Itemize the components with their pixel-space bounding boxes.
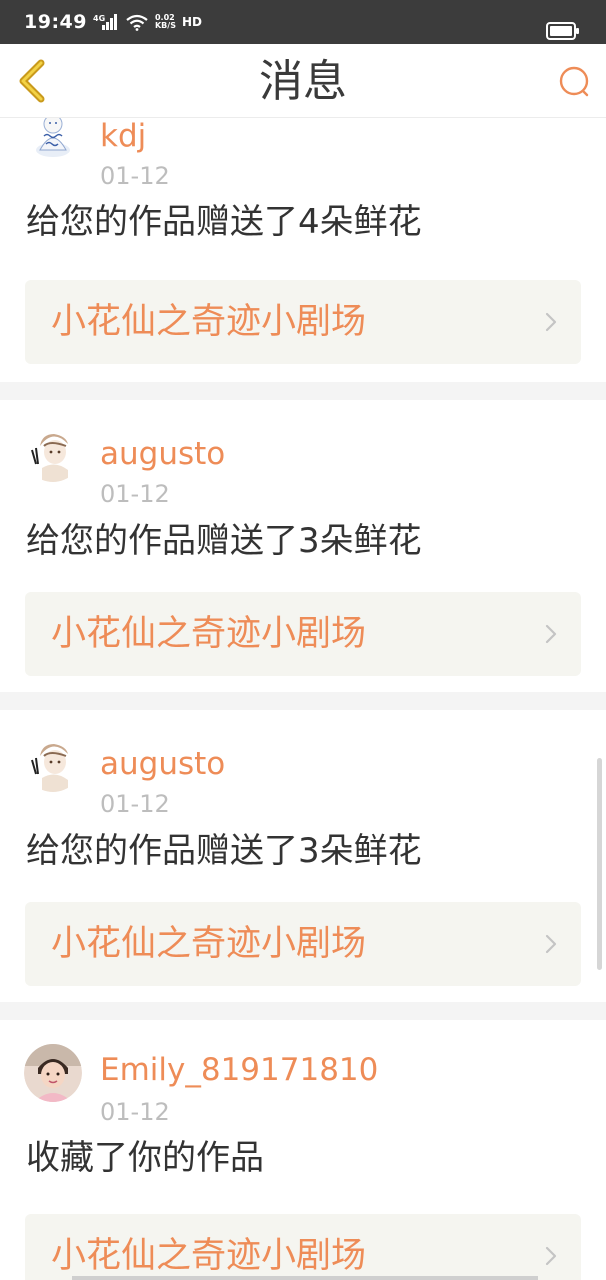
cellular-signal-icon: 4G — [93, 14, 117, 30]
status-time: 19:49 — [24, 11, 87, 33]
status-icons: 4G 0.02 KB/S HD — [93, 13, 202, 31]
message-item: Emily_819171810 01-12 收藏了你的作品 小花仙之奇迹小剧场 — [0, 1020, 606, 1280]
message-date: 01-12 — [100, 1098, 170, 1126]
chevron-right-icon — [545, 1246, 557, 1266]
status-bar: 19:49 4G 0.02 KB/S HD — [0, 0, 606, 44]
home-indicator[interactable] — [72, 1276, 538, 1280]
message-item: kdj 01-12 给您的作品赠送了4朵鲜花 小花仙之奇迹小剧场 — [0, 118, 606, 380]
network-speed: 0.02 KB/S — [155, 14, 176, 30]
work-link-card[interactable]: 小花仙之奇迹小剧场 — [25, 280, 581, 364]
item-separator — [0, 1002, 606, 1020]
scrollbar[interactable] — [597, 758, 602, 970]
wifi-icon — [126, 14, 148, 31]
message-date: 01-12 — [100, 162, 170, 190]
message-text: 给您的作品赠送了4朵鲜花 — [26, 202, 422, 242]
anime-sketch-avatar[interactable] — [24, 424, 82, 482]
work-title: 小花仙之奇迹小剧场 — [51, 614, 367, 654]
chevron-right-icon — [545, 312, 557, 332]
page-title: 消息 — [259, 56, 347, 107]
message-item: augusto 01-12 给您的作品赠送了3朵鲜花 小花仙之奇迹小剧场 — [0, 400, 606, 692]
hd-badge: HD — [181, 15, 202, 29]
work-title: 小花仙之奇迹小剧场 — [51, 924, 367, 964]
message-text: 收藏了你的作品 — [26, 1138, 264, 1178]
work-link-card[interactable]: 小花仙之奇迹小剧场 — [25, 592, 581, 676]
battery-icon — [546, 22, 579, 40]
porcelain-figure-avatar[interactable] — [24, 118, 82, 164]
chevron-right-icon — [545, 934, 557, 954]
search-button[interactable] — [556, 64, 592, 100]
work-link-card[interactable]: 小花仙之奇迹小剧场 — [25, 1214, 581, 1280]
message-list[interactable]: kdj 01-12 给您的作品赠送了4朵鲜花 小花仙之奇迹小剧场 augusto… — [0, 118, 606, 1280]
search-icon — [559, 66, 589, 97]
message-text: 给您的作品赠送了3朵鲜花 — [26, 521, 422, 561]
item-separator — [0, 692, 606, 710]
work-title: 小花仙之奇迹小剧场 — [51, 302, 367, 342]
message-item: augusto 01-12 给您的作品赠送了3朵鲜花 小花仙之奇迹小剧场 — [0, 710, 606, 1002]
username[interactable]: augusto — [100, 436, 225, 472]
work-link-card[interactable]: 小花仙之奇迹小剧场 — [25, 902, 581, 986]
child-photo-avatar[interactable] — [24, 1044, 82, 1102]
chevron-right-icon — [545, 624, 557, 644]
anime-sketch-avatar[interactable] — [24, 734, 82, 792]
username[interactable]: Emily_819171810 — [100, 1052, 378, 1088]
username[interactable]: kdj — [100, 118, 146, 154]
svg-text:4G: 4G — [93, 14, 105, 23]
message-text: 给您的作品赠送了3朵鲜花 — [26, 831, 422, 871]
message-date: 01-12 — [100, 790, 170, 818]
network-speed-unit: KB/S — [154, 21, 176, 30]
message-date: 01-12 — [100, 480, 170, 508]
username[interactable]: augusto — [100, 746, 225, 782]
work-title: 小花仙之奇迹小剧场 — [51, 1236, 367, 1276]
title-bar: 消息 — [0, 44, 606, 118]
item-separator — [0, 382, 606, 400]
